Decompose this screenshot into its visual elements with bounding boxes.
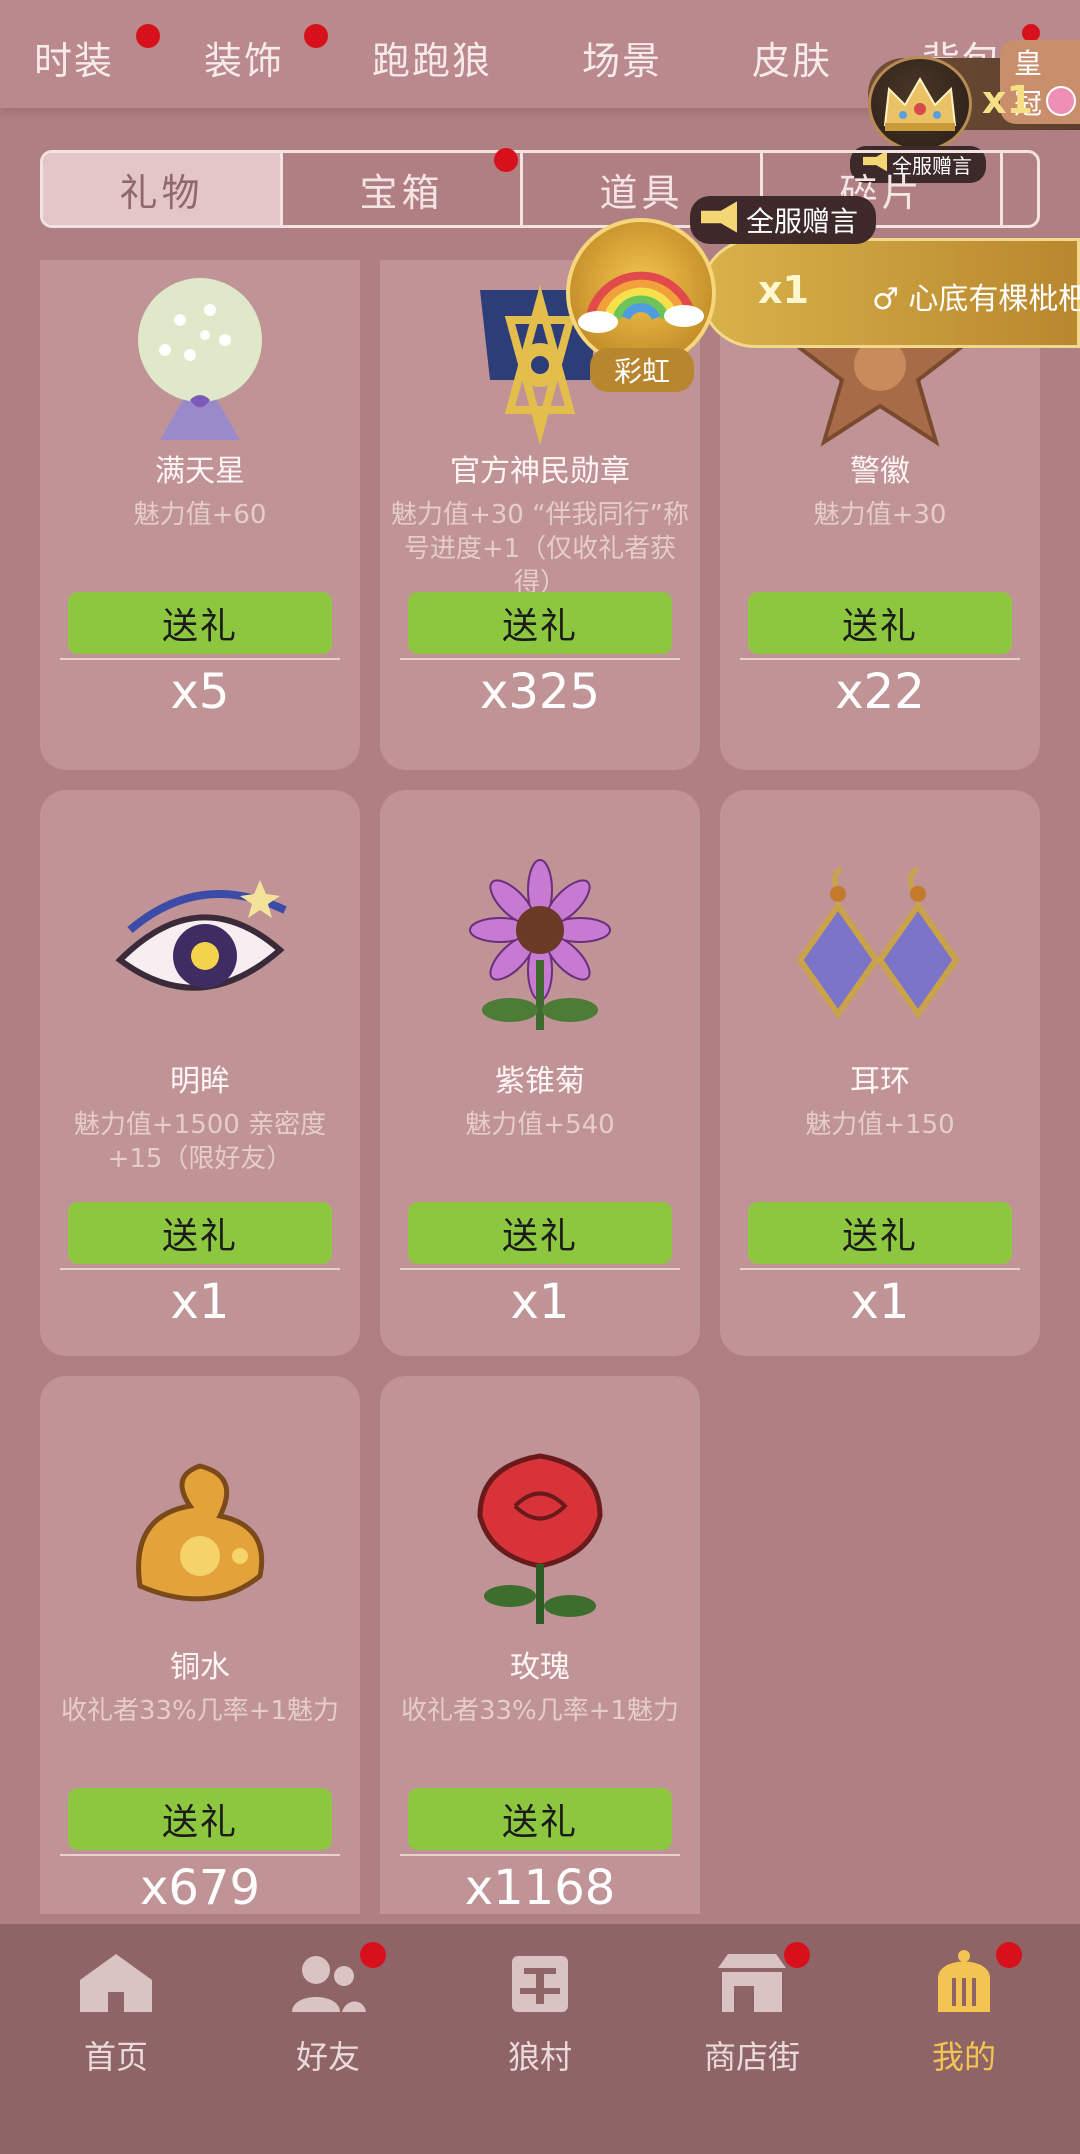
gift-quantity: x1168 — [464, 1860, 616, 1914]
gift-quantity: x1 — [850, 1274, 910, 1330]
gift-card[interactable]: 紫锥菊魅力值+540 送礼 x1 — [380, 790, 700, 1356]
heart-icon — [1046, 86, 1076, 116]
category-tabs: 礼物 宝箱 道具 碎片 — [40, 150, 1040, 228]
purple-flower-icon — [380, 850, 700, 1050]
eye-icon — [40, 850, 360, 1050]
gift-card[interactable]: 耳环魅力值+150 送礼 x1 — [720, 790, 1040, 1356]
divider — [740, 658, 1020, 660]
gift-description: 收礼者33%几率+1魅力 — [400, 1696, 680, 1726]
shop-icon — [718, 1954, 786, 2012]
divider — [740, 1268, 1020, 1270]
rose-icon — [380, 1436, 700, 1636]
send-gift-button[interactable]: 送礼 — [408, 592, 672, 654]
notification-dot — [304, 24, 328, 48]
gift-name: 耳环 — [850, 1064, 910, 1099]
subtab-chests[interactable]: 宝箱 — [283, 153, 523, 225]
rainbow-sender[interactable]: ♂ 心底有棵枇杷 — [872, 274, 1080, 318]
send-gift-button[interactable]: 送礼 — [68, 1788, 332, 1850]
tab-scene[interactable]: 场景 — [582, 30, 662, 85]
gift-quantity: x679 — [139, 1860, 261, 1914]
bottom-nav: 首页 好友 狼村 商店街 我的 — [0, 1924, 1080, 2154]
send-gift-button[interactable]: 送礼 — [68, 1202, 332, 1264]
crown-icon — [868, 56, 972, 152]
gift-name: 官方神民勋章 — [450, 454, 630, 489]
rainbow-message-label: 全服赠言 — [690, 196, 877, 244]
tab-fashion[interactable]: 时装 — [34, 30, 114, 85]
rainbow-gift-qty: x1 — [758, 268, 809, 312]
send-gift-button[interactable]: 送礼 — [408, 1202, 672, 1264]
gift-name: 铜水 — [170, 1650, 230, 1685]
gift-name: 玫瑰 — [510, 1650, 570, 1685]
gift-card[interactable]: 满天星魅力值+60 送礼 x5 — [40, 260, 360, 770]
nav-wolf-village[interactable]: 狼村 — [460, 1944, 620, 2084]
notification-dot — [136, 24, 160, 48]
gift-description: 魅力值+30 “伴我同行”称号进度+1（仅收礼者获得） — [390, 500, 690, 598]
gift-quantity: x1 — [170, 1274, 230, 1330]
gift-description: 魅力值+540 — [465, 1110, 615, 1140]
gift-name: 紫锥菊 — [495, 1064, 585, 1099]
gift-card[interactable]: 玫瑰收礼者33%几率+1魅力送礼 x1168 — [380, 1376, 700, 1914]
gift-quantity: x1 — [510, 1274, 570, 1330]
divider — [60, 1854, 340, 1856]
gift-quantity: x22 — [835, 664, 925, 720]
subtab-gifts[interactable]: 礼物 — [43, 153, 283, 225]
copper-icon — [40, 1436, 360, 1636]
rainbow-icon — [566, 218, 716, 368]
gift-description: 收礼者33%几率+1魅力 — [60, 1696, 340, 1726]
send-gift-button[interactable]: 送礼 — [748, 1202, 1012, 1264]
tab-runner-wolf[interactable]: 跑跑狼 — [372, 30, 492, 85]
notification-dot — [996, 1942, 1022, 1968]
nav-friends[interactable]: 好友 — [248, 1944, 408, 2084]
gift-name: 明眸 — [170, 1064, 230, 1099]
divider — [400, 658, 680, 660]
divider — [60, 1268, 340, 1270]
divider — [400, 1268, 680, 1270]
send-gift-button[interactable]: 送礼 — [748, 592, 1012, 654]
village-icon — [512, 1956, 568, 2012]
gift-description: 魅力值+60 — [133, 500, 267, 530]
notification-dot — [494, 148, 518, 172]
send-gift-button[interactable]: 送礼 — [408, 1788, 672, 1850]
nav-my-profile[interactable]: 我的 — [884, 1944, 1044, 2084]
home-icon — [80, 1954, 152, 2012]
gift-card[interactable]: 明眸魅力值+1500 亲密度+15（限好友） 送礼 x1 — [40, 790, 360, 1356]
gift-card[interactable]: 铜水收礼者33%几率+1魅力送礼 x679 — [40, 1376, 360, 1914]
gift-quantity: x325 — [479, 664, 601, 720]
gift-name: 警徽 — [850, 454, 910, 489]
gift-name: 满天星 — [155, 454, 245, 489]
profile-icon — [938, 1950, 990, 2012]
send-gift-button[interactable]: 送礼 — [68, 592, 332, 654]
tab-decoration[interactable]: 装饰 — [204, 30, 284, 85]
gift-description: 魅力值+150 — [805, 1110, 955, 1140]
bouquet-icon — [40, 260, 360, 460]
friends-icon — [292, 1956, 366, 2012]
megaphone-icon — [701, 201, 737, 233]
gift-quantity: x5 — [170, 664, 230, 720]
divider — [400, 1854, 680, 1856]
notification-dot — [360, 1942, 386, 1968]
rainbow-gift-name: 彩虹 — [590, 348, 695, 392]
divider — [60, 658, 340, 660]
crown-gift-qty: x1 — [982, 78, 1033, 122]
notification-dot — [784, 1942, 810, 1968]
tab-skin[interactable]: 皮肤 — [752, 30, 832, 85]
earring-icon — [720, 850, 1040, 1050]
nav-shop-street[interactable]: 商店街 — [672, 1944, 832, 2084]
gift-description: 魅力值+1500 亲密度+15（限好友） — [73, 1110, 327, 1174]
nav-home[interactable]: 首页 — [36, 1944, 196, 2084]
gift-description: 魅力值+30 — [813, 500, 947, 530]
